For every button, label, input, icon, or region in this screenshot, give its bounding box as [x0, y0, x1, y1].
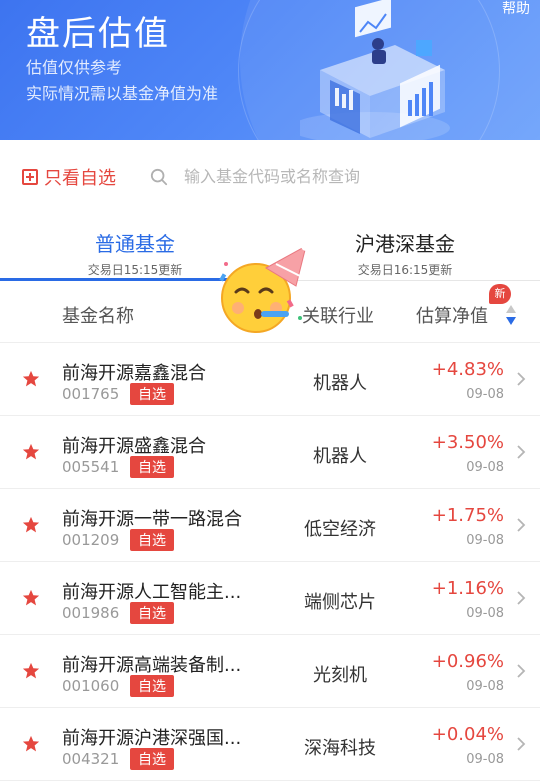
tab-update-time: 交易日16:15更新	[357, 263, 453, 277]
chart-illustration-icon	[300, 0, 450, 140]
fund-code: 001060	[62, 677, 120, 695]
estimate-change: +1.16%	[431, 578, 504, 599]
estimate-change: +3.50%	[431, 432, 504, 453]
list-item[interactable]: 前海开源沪港深强国... 004321 自选 深海科技 +0.04% 09-08	[0, 708, 540, 781]
sort-icon[interactable]	[505, 304, 517, 326]
fund-name: 前海开源一带一路混合	[62, 509, 242, 530]
favorite-tag: 自选	[130, 748, 174, 770]
related-industry: 机器人	[313, 446, 367, 467]
estimate-date: 09-08	[466, 606, 504, 621]
related-industry: 机器人	[313, 373, 367, 394]
fund-code: 001986	[62, 604, 120, 622]
estimate-change: +4.83%	[431, 359, 504, 380]
column-industry: 关联行业	[302, 306, 374, 327]
related-industry: 光刻机	[313, 665, 367, 686]
chevron-right-icon	[517, 737, 526, 751]
list-item[interactable]: 前海开源高端装备制... 001060 自选 光刻机 +0.96% 09-08	[0, 635, 540, 708]
favorite-tag: 自选	[130, 456, 174, 478]
chevron-right-icon	[517, 591, 526, 605]
fund-code: 001765	[62, 385, 120, 403]
fund-code: 004321	[62, 750, 120, 768]
tab-label: 沪港深基金	[355, 232, 455, 256]
estimate-date: 09-08	[466, 460, 504, 475]
header-subtitle-1: 估值仅供参考	[26, 58, 123, 77]
fund-name: 前海开源沪港深强国...	[62, 728, 242, 749]
list-item[interactable]: 前海开源人工智能主... 001986 自选 端侧芯片 +1.16% 09-08	[0, 562, 540, 635]
chevron-right-icon	[517, 445, 526, 459]
favorite-tag: 自选	[130, 529, 174, 551]
filter-bar: 只看自选	[0, 140, 540, 220]
fund-name: 前海开源盛鑫混合	[62, 436, 206, 457]
tab-hk-sz-sh-funds[interactable]: 沪港深基金 交易日16:15更新	[270, 228, 540, 278]
chevron-right-icon	[517, 518, 526, 532]
fund-name: 前海开源嘉鑫混合	[62, 363, 206, 384]
chevron-right-icon	[517, 664, 526, 678]
search-box[interactable]	[150, 166, 466, 187]
favorite-tag: 自选	[130, 675, 174, 697]
estimate-date: 09-08	[466, 533, 504, 548]
fund-code: 005541	[62, 458, 120, 476]
fund-list: 前海开源嘉鑫混合 001765 自选 机器人 +4.83% 09-08 前海开源盛鑫混合 00…	[0, 343, 540, 781]
header-subtitle-2: 实际情况需以基金净值为准	[26, 84, 219, 103]
fund-name: 前海开源人工智能主...	[62, 582, 242, 603]
estimate-change: +1.75%	[431, 505, 504, 526]
only-favorites-toggle[interactable]: 只看自选	[22, 164, 116, 190]
add-favorite-icon	[22, 169, 38, 185]
column-fund-name: 基金名称	[62, 306, 134, 327]
related-industry: 低空经济	[304, 519, 376, 540]
page-title: 盘后估值	[26, 14, 170, 54]
estimate-date: 09-08	[466, 387, 504, 402]
column-estimate[interactable]: 估算净值	[416, 302, 488, 328]
chevron-right-icon	[517, 372, 526, 386]
help-link[interactable]: 帮助	[502, 0, 530, 18]
star-icon[interactable]	[22, 662, 40, 680]
search-input[interactable]	[182, 166, 466, 187]
estimate-date: 09-08	[466, 679, 504, 694]
new-badge: 新	[489, 284, 511, 304]
star-icon[interactable]	[22, 589, 40, 607]
star-icon[interactable]	[22, 516, 40, 534]
favorite-tag: 自选	[130, 383, 174, 405]
list-item[interactable]: 前海开源盛鑫混合 005541 自选 机器人 +3.50% 09-08	[0, 416, 540, 489]
estimate-change: +0.04%	[431, 724, 504, 745]
related-industry: 深海科技	[304, 738, 376, 759]
estimate-change: +0.96%	[431, 651, 504, 672]
party-emoji-icon	[219, 241, 310, 333]
header-banner: 盘后估值 估值仅供参考 实际情况需以基金净值为准 帮助	[0, 0, 540, 140]
list-item[interactable]: 前海开源一带一路混合 001209 自选 低空经济 +1.75% 09-08	[0, 489, 540, 562]
search-icon	[150, 168, 168, 185]
related-industry: 端侧芯片	[304, 592, 376, 613]
only-favorites-label: 只看自选	[44, 168, 116, 189]
fund-code: 001209	[62, 531, 120, 549]
estimate-date: 09-08	[466, 752, 504, 767]
star-icon[interactable]	[22, 443, 40, 461]
fund-name: 前海开源高端装备制...	[62, 655, 242, 676]
list-item[interactable]: 前海开源嘉鑫混合 001765 自选 机器人 +4.83% 09-08	[0, 343, 540, 416]
star-icon[interactable]	[22, 735, 40, 753]
star-icon[interactable]	[22, 370, 40, 388]
favorite-tag: 自选	[130, 602, 174, 624]
